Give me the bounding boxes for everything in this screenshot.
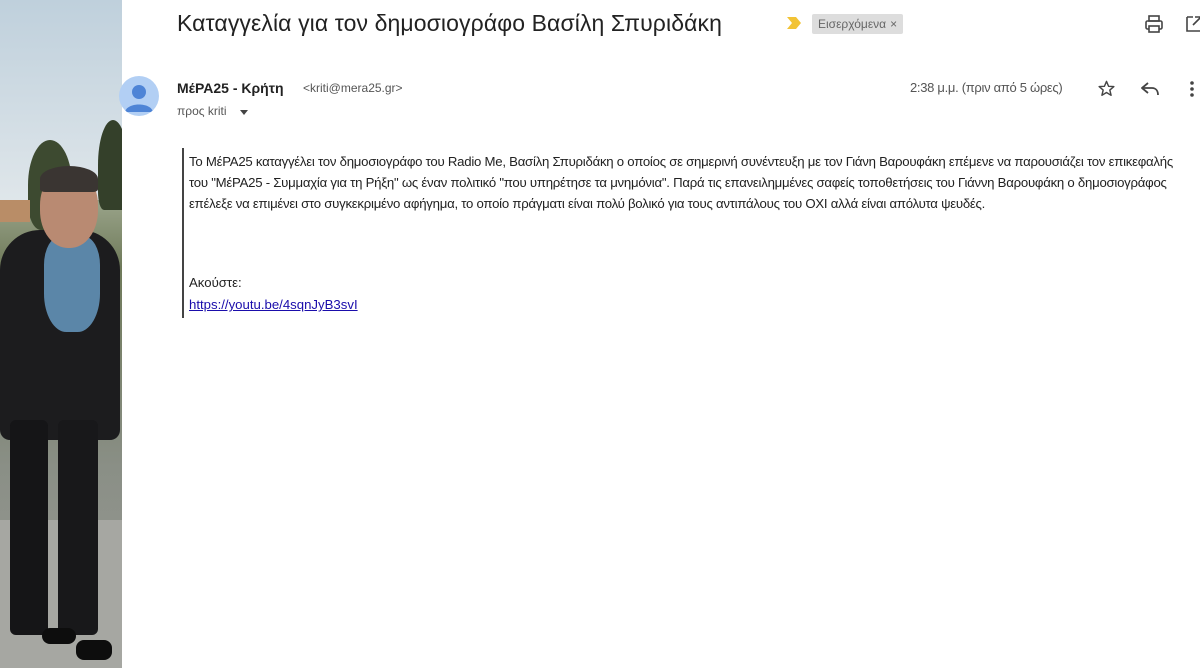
youtube-link[interactable]: https://youtu.be/4sqnJyB3svI <box>189 294 358 315</box>
photo-person-hair <box>40 166 98 192</box>
default-avatar-icon <box>125 85 153 112</box>
photo-person-shoe <box>42 628 76 644</box>
side-photo <box>0 0 122 668</box>
photo-house <box>0 200 30 222</box>
remove-label-icon[interactable]: × <box>890 17 897 31</box>
photo-person-leg <box>10 420 48 635</box>
photo-tree <box>98 120 122 210</box>
email-subject: Καταγγελία για τον δημοσιογράφο Βασίλη Σ… <box>177 10 722 36</box>
star-icon[interactable] <box>1097 79 1116 98</box>
caret-down-icon[interactable] <box>240 110 248 115</box>
inbox-label-chip[interactable]: Εισερχόμενα × <box>812 14 904 34</box>
email-body-paragraph: Το ΜέΡΑ25 καταγγέλει τον δημοσιογράφο το… <box>189 154 1173 211</box>
sender-email: <kriti@mera25.gr> <box>303 81 403 95</box>
more-vertical-icon[interactable] <box>1188 80 1196 98</box>
photo-person-shoe <box>76 640 112 660</box>
inbox-label-text: Εισερχόμενα <box>818 17 887 31</box>
sender-avatar[interactable] <box>119 76 159 116</box>
photo-person-leg <box>58 420 98 635</box>
sender-name[interactable]: ΜέΡΑ25 - Κρήτη <box>177 80 284 96</box>
recipient-line[interactable]: προς kriti <box>177 104 227 118</box>
open-in-new-window-icon[interactable] <box>1184 14 1200 34</box>
photo-person-scarf <box>44 236 100 332</box>
print-icon[interactable] <box>1144 14 1164 34</box>
listen-label: Ακούστε: <box>189 275 242 290</box>
importance-marker-icon[interactable] <box>787 17 801 29</box>
reply-icon[interactable] <box>1140 80 1160 98</box>
email-timestamp: 2:38 μ.μ. (πριν από 5 ώρες) <box>910 80 1063 95</box>
